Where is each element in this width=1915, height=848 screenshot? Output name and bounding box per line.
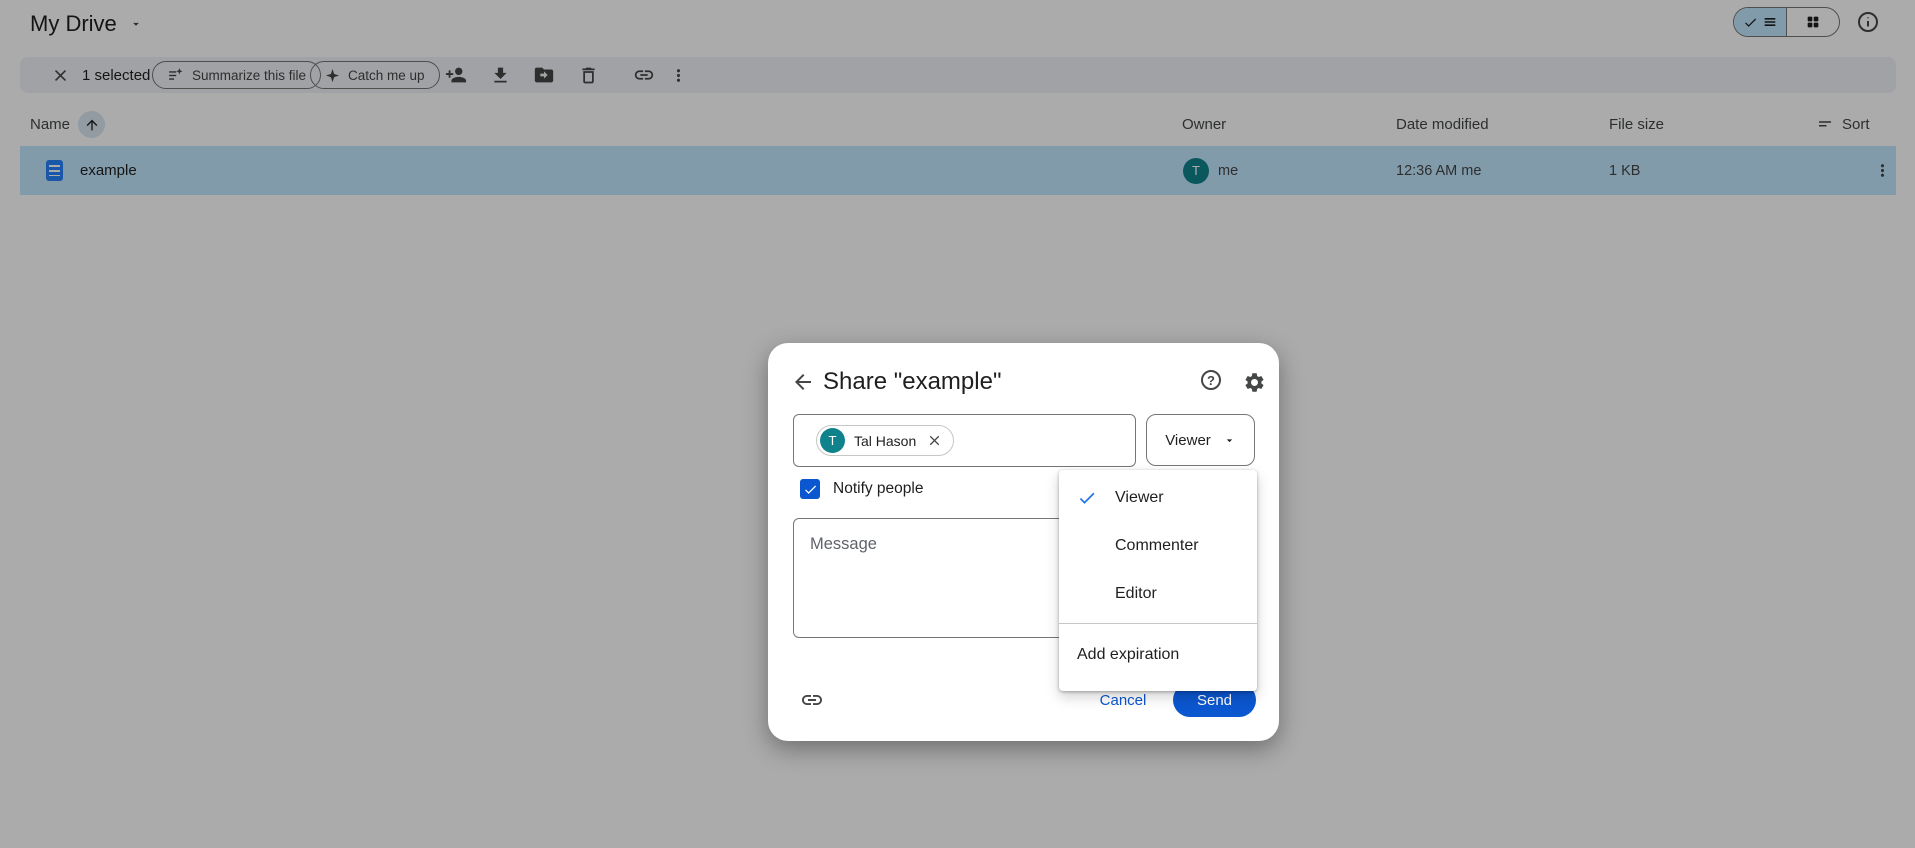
role-menu: Viewer Commenter Editor Add expiration <box>1059 470 1257 691</box>
menu-item-label: Editor <box>1115 585 1157 602</box>
recipient-avatar: T <box>820 428 845 453</box>
notify-checkbox[interactable] <box>800 479 820 499</box>
menu-item-viewer[interactable]: Viewer <box>1059 474 1257 522</box>
menu-item-label: Commenter <box>1115 537 1199 554</box>
role-selector-value: Viewer <box>1165 431 1211 449</box>
check-icon <box>1059 488 1115 508</box>
help-icon[interactable]: ? <box>1201 370 1225 394</box>
recipient-name: Tal Hason <box>854 432 917 449</box>
caret-down-icon <box>1223 434 1236 447</box>
menu-item-editor[interactable]: Editor <box>1059 570 1257 618</box>
dialog-title: Share "example" <box>823 368 1002 395</box>
recipients-input[interactable]: T Tal Hason <box>793 414 1136 467</box>
menu-item-commenter[interactable]: Commenter <box>1059 522 1257 570</box>
notify-label: Notify people <box>833 480 924 497</box>
role-selector-button[interactable]: Viewer <box>1146 414 1255 466</box>
settings-gear-icon[interactable] <box>1242 370 1266 394</box>
copy-link-icon[interactable] <box>799 687 825 713</box>
notify-people-row: Notify people <box>800 479 923 499</box>
menu-item-label: Viewer <box>1115 489 1164 506</box>
recipient-chip[interactable]: T Tal Hason <box>816 425 955 456</box>
back-arrow-icon[interactable] <box>790 369 816 395</box>
menu-item-add-expiration[interactable]: Add expiration <box>1059 624 1257 686</box>
remove-recipient-icon[interactable] <box>925 432 943 450</box>
